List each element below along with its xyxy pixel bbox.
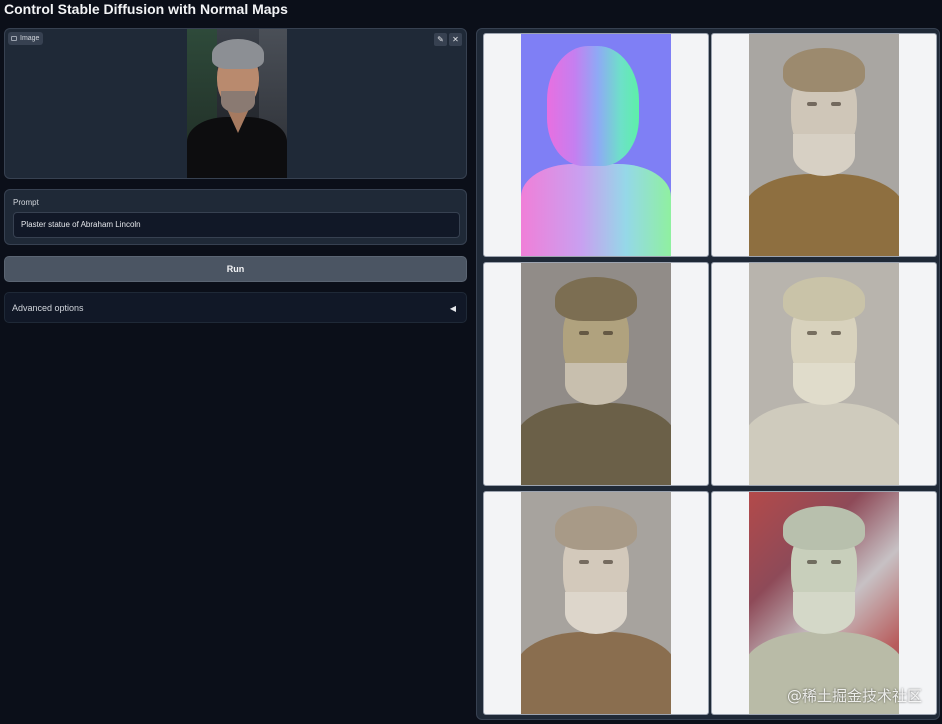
statue-image [749, 34, 899, 256]
page-title: Control Stable Diffusion with Normal Map… [4, 1, 288, 17]
advanced-options-label: Advanced options [12, 303, 84, 313]
image-label: Image [20, 35, 40, 42]
statue-image [749, 492, 899, 714]
image-label-badge: Image [8, 32, 44, 45]
gallery-item[interactable] [483, 491, 709, 715]
run-button[interactable]: Run [4, 256, 467, 282]
edit-icon[interactable]: ✎ [434, 33, 447, 46]
statue-image [521, 492, 671, 714]
prompt-label: Prompt [13, 198, 39, 207]
caret-left-icon[interactable]: ◀ [450, 293, 456, 324]
output-gallery [476, 28, 940, 720]
statue-image [521, 263, 671, 485]
gallery-item[interactable] [483, 262, 709, 486]
gallery-item-normal-map[interactable] [483, 33, 709, 257]
gallery-item[interactable] [711, 262, 937, 486]
gallery-item[interactable] [711, 33, 937, 257]
image-upload-panel[interactable]: Image ✎ ✕ [4, 28, 467, 179]
statue-image [749, 263, 899, 485]
advanced-options-accordion[interactable]: Advanced options ◀ [4, 292, 467, 323]
input-image [187, 29, 287, 178]
gallery-item[interactable] [711, 491, 937, 715]
image-icon [11, 36, 17, 41]
prompt-panel: Prompt Plaster statue of Abraham Lincoln [4, 189, 467, 245]
prompt-input[interactable]: Plaster statue of Abraham Lincoln [13, 212, 460, 238]
normal-map-image [521, 34, 671, 256]
close-icon[interactable]: ✕ [449, 33, 462, 46]
watermark-text: @稀土掘金技术社区 [786, 687, 922, 705]
